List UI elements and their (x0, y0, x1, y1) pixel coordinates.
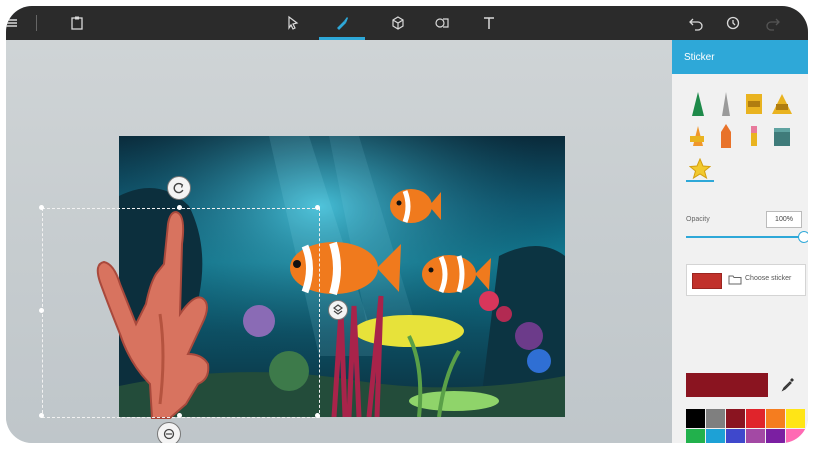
palette-swatch[interactable] (766, 409, 785, 428)
opacity-slider[interactable] (686, 236, 802, 238)
selection-handle[interactable] (177, 205, 182, 210)
move-depth-handle[interactable] (328, 300, 348, 320)
canvas-area[interactable] (6, 40, 672, 443)
menu-icon[interactable] (6, 6, 26, 40)
sticker-preview (692, 273, 722, 289)
select-icon[interactable] (278, 6, 308, 40)
choose-sticker-label: Choose sticker (745, 275, 792, 282)
pink-vial-sticker[interactable] (742, 122, 766, 148)
folder-icon (728, 275, 742, 285)
palette-swatch[interactable] (746, 409, 765, 428)
orange-cone-2d-sticker[interactable] (686, 122, 710, 148)
palette-swatch[interactable] (706, 409, 725, 428)
choose-sticker-button[interactable]: Choose sticker (686, 264, 806, 296)
panel-header: Sticker (672, 40, 808, 74)
selection-handle[interactable] (39, 205, 44, 210)
redo-icon[interactable] (758, 6, 788, 40)
paint3d-window: Sticker Opacity 100% Choose sticker (6, 6, 808, 443)
brush-icon[interactable] (327, 6, 357, 40)
selection-handle[interactable] (315, 205, 320, 210)
palette-swatch[interactable] (786, 429, 805, 443)
rotate-y-handle[interactable] (157, 422, 181, 443)
gray-cone-sticker[interactable] (714, 90, 738, 116)
palette-swatch[interactable] (766, 429, 785, 443)
palette-swatch[interactable] (706, 429, 725, 443)
rotate-z-handle[interactable] (167, 176, 191, 200)
stickers-icon[interactable] (427, 6, 457, 40)
depth-icon (333, 304, 343, 315)
teal-block-sticker[interactable] (770, 122, 794, 148)
selection-handle[interactable] (39, 413, 44, 418)
current-color-swatch[interactable] (686, 373, 768, 397)
palette-swatch[interactable] (686, 429, 705, 443)
opacity-slider-thumb[interactable] (798, 231, 808, 243)
3d-objects-icon[interactable] (383, 6, 413, 40)
rotate-icon (163, 428, 175, 440)
history-icon[interactable] (718, 6, 748, 40)
palette-swatch[interactable] (786, 409, 805, 428)
toolbar-divider (36, 15, 37, 31)
opacity-label: Opacity (686, 216, 710, 223)
selection-box[interactable] (42, 208, 320, 418)
selection-handle[interactable] (177, 413, 182, 418)
panel-title: Sticker (684, 51, 715, 63)
gold-pyramid-2d-sticker[interactable] (770, 90, 794, 116)
palette-swatch[interactable] (746, 429, 765, 443)
eyedropper-icon[interactable] (780, 376, 796, 392)
orange-bottle-sticker[interactable] (714, 122, 738, 148)
opacity-input[interactable]: 100% (766, 211, 802, 228)
palette-swatch[interactable] (726, 409, 745, 428)
star-sticker[interactable] (686, 154, 714, 182)
green-cone-sticker[interactable] (686, 90, 710, 116)
palette-swatch[interactable] (686, 409, 705, 428)
undo-icon[interactable] (681, 6, 711, 40)
text-icon[interactable] (474, 6, 504, 40)
sticker-panel: Sticker Opacity 100% Choose sticker (672, 40, 808, 443)
paste-icon[interactable] (62, 6, 92, 40)
gold-cylinder-2d-sticker[interactable] (742, 90, 766, 116)
selection-handle[interactable] (315, 413, 320, 418)
palette-swatch[interactable] (726, 429, 745, 443)
selection-handle[interactable] (39, 308, 44, 313)
rotate-icon (173, 182, 184, 194)
top-toolbar (6, 6, 808, 40)
